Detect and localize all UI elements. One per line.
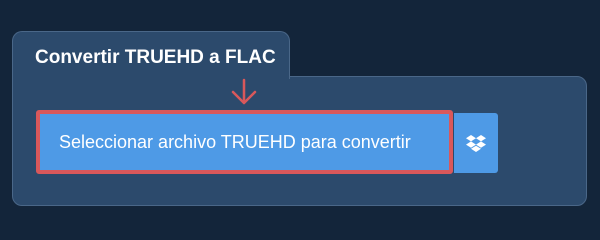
dropbox-icon <box>466 134 486 152</box>
select-file-button[interactable]: Seleccionar archivo TRUEHD para converti… <box>36 110 453 174</box>
converter-title: Convertir TRUEHD a FLAC <box>35 47 276 68</box>
arrow-down-icon <box>231 78 257 105</box>
select-file-button-label: Seleccionar archivo TRUEHD para converti… <box>59 132 411 152</box>
converter-tab: Convertir TRUEHD a FLAC <box>12 31 290 79</box>
dropbox-button[interactable] <box>454 113 498 173</box>
